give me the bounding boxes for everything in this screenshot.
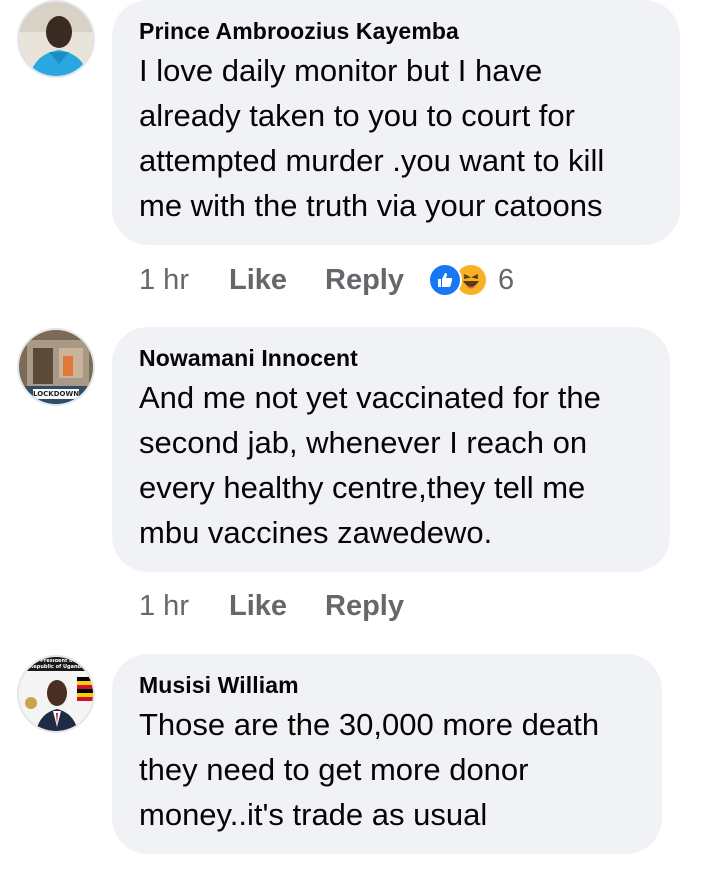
comment-line: second jab, whenever I reach on: [139, 425, 588, 460]
comment-line: Those are the 30,000 more death: [139, 707, 600, 742]
comment-bubble: Musisi William Those are the 30,000 more…: [112, 654, 662, 854]
comment-actions: 1 hr Like Reply 6: [139, 260, 514, 300]
comment-text: And me not yet vaccinated for the second…: [139, 375, 644, 555]
comment-line: mbu vaccines zawedewo.: [139, 515, 493, 550]
comment-actions: 1 hr Like Reply: [139, 586, 442, 626]
comment-line: me with the truth via your catoons: [139, 188, 603, 223]
avatar-photo: [19, 2, 93, 76]
lockdown-badge: LOCKDOWN: [33, 389, 80, 399]
comment-line: already taken to you to court for: [139, 98, 575, 133]
comment-line: attempted murder .you want to kill: [139, 143, 605, 178]
comment-author[interactable]: Prince Ambroozius Kayemba: [139, 16, 654, 46]
comment-author[interactable]: Nowamani Innocent: [139, 343, 644, 373]
reaction-summary[interactable]: 6: [428, 263, 514, 297]
reply-button[interactable]: Reply: [325, 590, 404, 623]
reaction-count: 6: [498, 263, 515, 296]
comment-line: every healthy centre,they tell me: [139, 470, 586, 505]
comment-line: And me not yet vaccinated for the: [139, 380, 601, 415]
comment-text: I love daily monitor but I have already …: [139, 48, 654, 228]
comment-bubble: Nowamani Innocent And me not yet vaccina…: [112, 327, 670, 572]
like-button[interactable]: Like: [229, 590, 287, 623]
avatar[interactable]: [17, 0, 95, 78]
comment-bubble: Prince Ambroozius Kayemba I love daily m…: [112, 0, 680, 245]
avatar[interactable]: LOCKDOWN: [17, 328, 95, 406]
avatar[interactable]: The President of the Republic of Uganda: [17, 655, 95, 733]
comment-timestamp[interactable]: 1 hr: [139, 590, 189, 623]
comment-author[interactable]: Musisi William: [139, 670, 636, 700]
like-button[interactable]: Like: [229, 264, 287, 297]
comment-line: they need to get more donor: [139, 752, 529, 787]
comment-timestamp[interactable]: 1 hr: [139, 264, 189, 297]
comment-line: money..it's trade as usual: [139, 797, 488, 832]
comment-line: I love daily monitor but I have: [139, 53, 543, 88]
like-reaction-icon: [428, 263, 462, 297]
avatar-caption: The President of the Republic of Uganda: [28, 659, 86, 670]
comment-text: Those are the 30,000 more death they nee…: [139, 702, 636, 837]
reply-button[interactable]: Reply: [325, 264, 404, 297]
